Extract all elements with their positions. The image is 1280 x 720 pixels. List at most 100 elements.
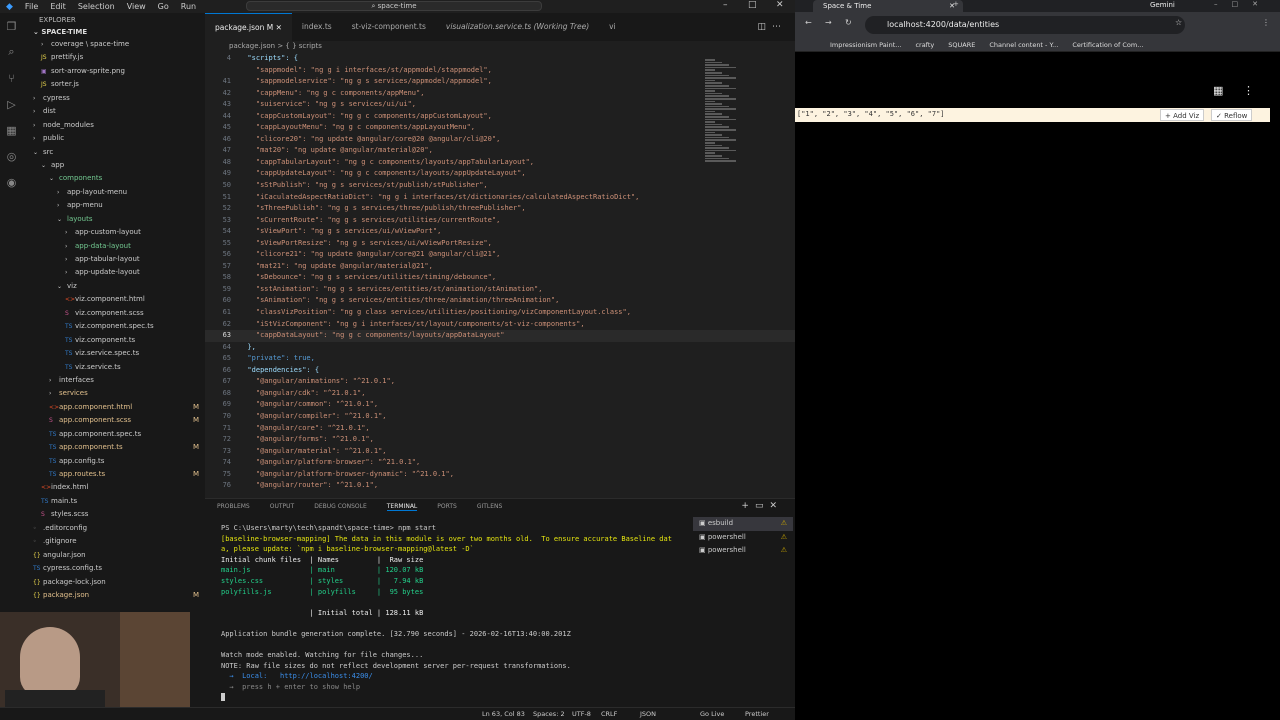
tree-item[interactable]: ⌄ viz bbox=[23, 280, 205, 293]
close-icon[interactable]: ✕ bbox=[776, 0, 784, 10]
bookmark-item[interactable]: crafty bbox=[915, 41, 934, 49]
tree-item[interactable]: TS viz.component.spec.ts bbox=[23, 320, 205, 333]
menu-icon[interactable]: ⋮ bbox=[1262, 18, 1270, 27]
tree-item[interactable]: Sviz.component.scss bbox=[23, 307, 205, 320]
maximize-icon[interactable]: □ bbox=[748, 0, 757, 10]
tree-item[interactable]: › app-data-layout bbox=[23, 240, 205, 253]
tree-item[interactable]: JS prettify.js bbox=[23, 51, 205, 64]
reload-icon[interactable]: ↻ bbox=[845, 18, 852, 27]
tree-item[interactable]: ⌄ layouts bbox=[23, 213, 205, 226]
profile-label[interactable]: Gemini bbox=[1150, 1, 1175, 9]
terminal-instance[interactable]: ▣ esbuild ⚠ bbox=[693, 517, 793, 531]
tree-item[interactable]: › app-update-layout bbox=[23, 266, 205, 279]
tree-item[interactable]: TS cypress.config.ts bbox=[23, 562, 205, 575]
tree-item[interactable]: ⌄ src bbox=[23, 146, 205, 159]
close-panel-icon[interactable]: ✕ bbox=[769, 501, 783, 511]
tree-item[interactable]: › app-layout-menu bbox=[23, 186, 205, 199]
tree-item[interactable]: ⌄ app bbox=[23, 159, 205, 172]
explorer-icon[interactable]: ❐ bbox=[0, 13, 23, 39]
menu-item[interactable]: Edit bbox=[50, 2, 66, 11]
back-icon[interactable]: ← bbox=[805, 18, 812, 27]
app-menu-icon[interactable]: ⋮ bbox=[1243, 84, 1254, 97]
panel-tab[interactable]: GITLENS bbox=[477, 503, 503, 510]
tree-item[interactable]: › dist bbox=[23, 105, 205, 118]
line-endings[interactable]: CRLF bbox=[601, 710, 617, 718]
tree-item[interactable]: › services bbox=[23, 387, 205, 400]
tree-item[interactable]: <>app.component.html M bbox=[23, 401, 205, 414]
tree-item[interactable]: JS sorter.js bbox=[23, 78, 205, 91]
panel-tab[interactable]: OUTPUT bbox=[270, 503, 294, 510]
new-terminal-icon[interactable]: + bbox=[741, 501, 755, 511]
menu-item[interactable]: View bbox=[127, 2, 146, 11]
more-actions-icon[interactable]: ⋯ bbox=[772, 22, 787, 32]
menu-item[interactable]: Go bbox=[158, 2, 169, 11]
tree-item[interactable]: ◦ .gitignore bbox=[23, 535, 205, 548]
tree-item[interactable]: › public bbox=[23, 132, 205, 145]
terminal-instance[interactable]: ▣ powershell ⚠ bbox=[693, 544, 793, 558]
editor-tab[interactable]: vi bbox=[599, 13, 626, 41]
tree-item[interactable]: TS viz.component.ts bbox=[23, 334, 205, 347]
workspace-root[interactable]: ⌄ SPACE-TIME bbox=[23, 27, 205, 38]
search-icon[interactable]: ⌕ bbox=[0, 39, 23, 65]
tree-item[interactable]: {} angular.json bbox=[23, 549, 205, 562]
minimize-icon[interactable]: – bbox=[723, 0, 728, 10]
tree-item[interactable]: ▣ sort-arrow-sprite.png bbox=[23, 65, 205, 78]
menu-item[interactable]: Selection bbox=[78, 2, 115, 11]
tree-item[interactable]: › app-tabular-layout bbox=[23, 253, 205, 266]
terminal-instance[interactable]: ▣ powershell ⚠ bbox=[693, 531, 793, 545]
editor-tab[interactable]: index.ts bbox=[292, 13, 342, 41]
tree-item[interactable]: <>index.html bbox=[23, 481, 205, 494]
tree-item[interactable]: {} package.json M bbox=[23, 589, 205, 602]
tree-item[interactable]: › interfaces bbox=[23, 374, 205, 387]
tree-item[interactable]: › app-custom-layout bbox=[23, 226, 205, 239]
tree-item[interactable]: TS app.component.spec.ts bbox=[23, 428, 205, 441]
tree-item[interactable]: TS app.component.ts M bbox=[23, 441, 205, 454]
tree-item[interactable]: <>viz.component.html bbox=[23, 293, 205, 306]
terminal-output[interactable]: PS C:\Users\marty\tech\spandt\space-time… bbox=[221, 523, 685, 701]
maximize-panel-icon[interactable]: ▭ bbox=[755, 501, 770, 511]
prettier[interactable]: Prettier bbox=[745, 710, 769, 718]
go-live[interactable]: Go Live bbox=[700, 710, 724, 718]
apps-grid-icon[interactable]: ▦ bbox=[1213, 84, 1223, 97]
tree-item[interactable]: ⌄ components bbox=[23, 172, 205, 185]
indentation[interactable]: Spaces: 2 bbox=[533, 710, 565, 718]
run-debug-icon[interactable]: ▷ bbox=[0, 91, 23, 117]
address-bar[interactable]: localhost:4200/data/entities bbox=[865, 16, 1185, 34]
cursor-position[interactable]: Ln 63, Col 83 bbox=[482, 710, 525, 718]
tree-item[interactable]: TS viz.service.spec.ts bbox=[23, 347, 205, 360]
bookmark-item[interactable]: Impressionism Paint... bbox=[830, 41, 901, 49]
add-viz-button[interactable]: + Add Viz bbox=[1160, 109, 1205, 121]
tree-item[interactable]: › coverage \ space-time bbox=[23, 38, 205, 51]
menu-item[interactable]: File bbox=[25, 2, 38, 11]
editor-tab[interactable]: visualization.service.ts (Working Tree) bbox=[436, 13, 599, 41]
tree-item[interactable]: TS app.config.ts bbox=[23, 455, 205, 468]
bookmark-item[interactable]: Certification of Com... bbox=[1072, 41, 1143, 49]
menu-item[interactable]: Run bbox=[181, 2, 196, 11]
tree-item[interactable]: › cypress bbox=[23, 92, 205, 105]
gitlens-icon[interactable]: ◉ bbox=[0, 169, 23, 195]
tab-close-icon[interactable]: ✕ bbox=[273, 23, 282, 32]
tree-item[interactable]: ◦ .editorconfig bbox=[23, 522, 205, 535]
tree-item[interactable]: › app-menu bbox=[23, 199, 205, 212]
forward-icon[interactable]: → bbox=[825, 18, 832, 27]
breadcrumb[interactable]: package.json > { } scripts bbox=[205, 41, 795, 51]
tree-item[interactable]: Sstyles.scss bbox=[23, 508, 205, 521]
tree-item[interactable]: TS app.routes.ts M bbox=[23, 468, 205, 481]
bookmark-item[interactable]: SQUARE bbox=[948, 41, 975, 49]
tree-item[interactable]: TS viz.service.ts bbox=[23, 361, 205, 374]
language-mode[interactable]: JSON bbox=[640, 710, 656, 718]
panel-tab[interactable]: TERMINAL bbox=[386, 503, 418, 511]
editor-tab[interactable]: st-viz-component.ts bbox=[342, 13, 436, 41]
source-control-icon[interactable]: ⑂ bbox=[0, 65, 23, 91]
tree-item[interactable]: › node_modules bbox=[23, 119, 205, 132]
minimap[interactable] bbox=[705, 58, 745, 188]
panel-tab[interactable]: PROBLEMS bbox=[217, 503, 250, 510]
new-tab-icon[interactable]: + bbox=[953, 0, 959, 8]
tree-item[interactable]: {} package-lock.json bbox=[23, 576, 205, 589]
bookmark-item[interactable]: Channel content - Y... bbox=[989, 41, 1058, 49]
panel-tab[interactable]: PORTS bbox=[437, 503, 457, 510]
bookmark-star-icon[interactable]: ☆ bbox=[1175, 18, 1182, 27]
reflow-button[interactable]: ✓ Reflow bbox=[1211, 109, 1253, 121]
remote-icon[interactable]: ◎ bbox=[0, 143, 23, 169]
encoding[interactable]: UTF-8 bbox=[572, 710, 591, 718]
